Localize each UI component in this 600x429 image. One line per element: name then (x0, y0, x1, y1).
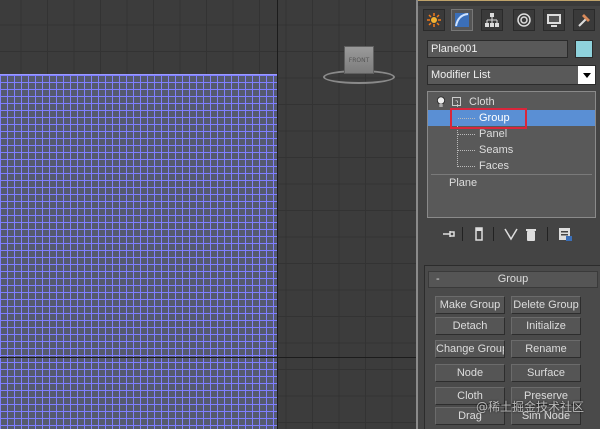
change-group-button[interactable]: Change Group (435, 340, 505, 358)
hierarchy-icon (485, 13, 499, 27)
toolbar-separator (547, 227, 548, 241)
grid-axis-horizontal (0, 357, 416, 358)
rename-button[interactable]: Rename (511, 340, 581, 358)
tab-hierarchy[interactable] (481, 9, 503, 31)
display-monitor-icon (547, 14, 561, 27)
toolbar-separator (462, 227, 463, 241)
modifier-list-label: Modifier List (431, 69, 491, 81)
command-panel-tabs (423, 9, 598, 31)
stack-subobject-seams[interactable]: Seams (428, 142, 595, 158)
panel-top-border (418, 0, 600, 6)
viewport-front[interactable]: FRONT (0, 0, 416, 429)
configure-modifier-sets-icon[interactable] (557, 226, 573, 242)
stack-item-label: Seams (479, 144, 514, 156)
tab-create[interactable] (423, 9, 445, 31)
annotation-highlight-box (450, 108, 527, 129)
rollout-header[interactable]: - Group (428, 271, 598, 288)
object-name-field[interactable]: Plane001 (427, 40, 568, 58)
viewcube-face-front[interactable]: FRONT (344, 46, 374, 74)
rollout-collapse-icon[interactable]: - (436, 272, 440, 287)
detach-button[interactable]: Detach (435, 317, 505, 335)
sunburst-icon (427, 13, 441, 27)
modifier-list-dropdown[interactable]: Modifier List (427, 65, 596, 85)
delete-group-button[interactable]: Delete Group (511, 296, 581, 314)
toolbar-separator (493, 227, 494, 241)
watermark: @稀土掘金技术社区 (475, 400, 584, 414)
stack-item-label: Faces (479, 160, 509, 172)
rollout-title: Group (497, 273, 529, 285)
object-color-swatch[interactable] (575, 40, 593, 58)
viewcube[interactable]: FRONT (320, 40, 400, 90)
node-button[interactable]: Node (435, 364, 505, 382)
tab-modify[interactable] (451, 9, 473, 31)
tree-connector (458, 150, 475, 151)
cloth-plane-mesh[interactable] (0, 74, 278, 429)
lightbulb-icon[interactable] (436, 96, 446, 108)
stack-toolbar (427, 225, 596, 243)
show-end-result-icon[interactable] (471, 226, 487, 242)
modifier-stack[interactable]: - Cloth Group Panel Seams Faces Plane (427, 91, 596, 218)
initialize-button[interactable]: Initialize (511, 317, 581, 335)
dropdown-arrow-icon[interactable] (578, 66, 595, 84)
tree-connector (458, 166, 475, 167)
tree-connector (458, 134, 475, 135)
stack-item-plane[interactable]: Plane (428, 175, 595, 191)
stack-item-label: Plane (449, 177, 478, 189)
remove-modifier-icon[interactable] (523, 226, 539, 242)
pin-stack-icon[interactable] (441, 226, 457, 242)
make-group-button[interactable]: Make Group (435, 296, 505, 314)
hammer-icon (578, 14, 590, 27)
command-panel: Plane001 Modifier List - Cloth Group Pan… (416, 0, 600, 429)
motion-icon (517, 13, 531, 27)
tab-utilities[interactable] (573, 9, 595, 31)
modify-arc-icon (455, 13, 469, 27)
tab-motion[interactable] (513, 9, 535, 31)
grid-axis-vertical (277, 0, 278, 429)
tab-display[interactable] (543, 9, 565, 31)
surface-button[interactable]: Surface (511, 364, 581, 382)
collapse-icon[interactable]: - (452, 97, 461, 106)
stack-subobject-faces[interactable]: Faces (428, 158, 595, 174)
make-unique-icon[interactable] (503, 226, 519, 242)
